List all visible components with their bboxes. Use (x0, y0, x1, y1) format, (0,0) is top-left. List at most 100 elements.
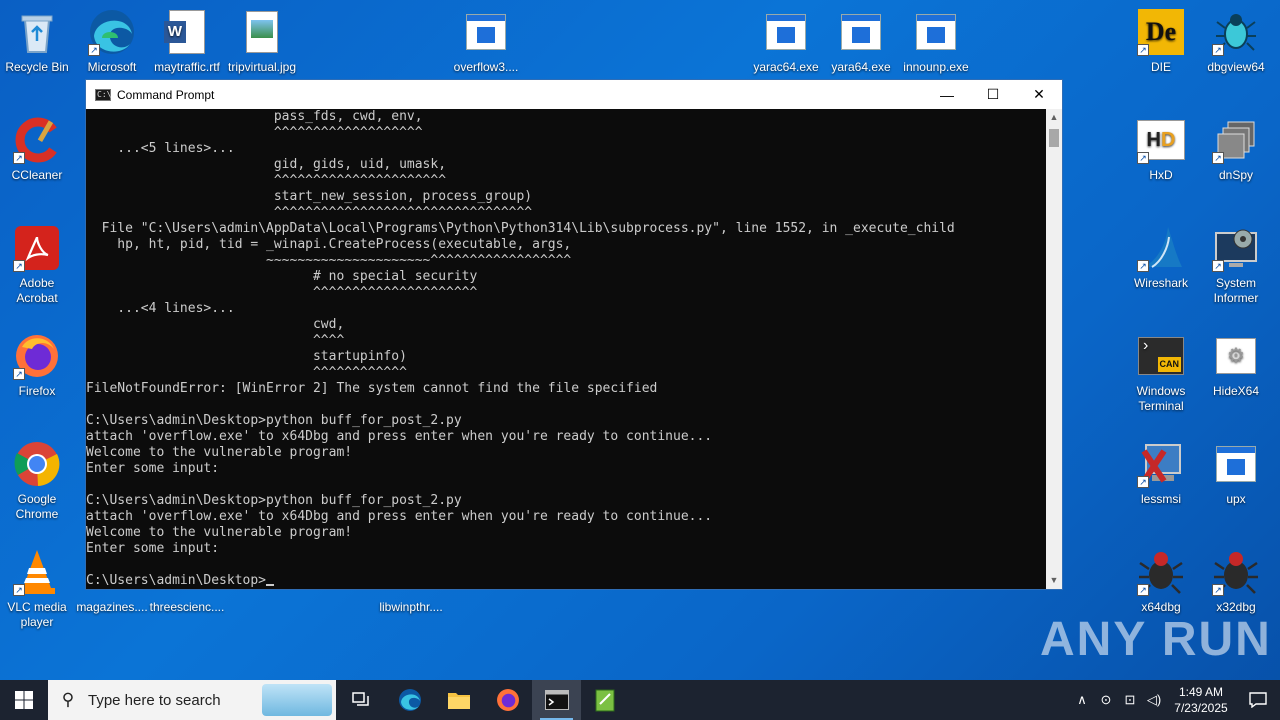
desktop-icon-overflow3[interactable]: overflow3.... (447, 8, 525, 75)
notification-icon (1249, 692, 1267, 708)
close-button[interactable]: ✕ (1016, 80, 1062, 109)
folder-icon (447, 693, 470, 709)
taskbar-command-prompt[interactable] (532, 680, 581, 720)
shortcut-arrow-icon: ↗ (13, 152, 25, 164)
desktop-icon-label: tripvirtual.jpg (227, 60, 297, 74)
desktop-icon-label: overflow3.... (453, 60, 519, 74)
x64dbg-bug-icon: ↗ (1137, 548, 1185, 596)
scrollbar-thumb[interactable] (1049, 129, 1059, 147)
system-informer-icon: ↗ (1212, 224, 1260, 272)
desktop-icon-upx[interactable]: upx (1197, 440, 1275, 507)
desktop-icon-label: magazines.... (76, 600, 148, 614)
desktop-icon-label: Microsoft Edge (87, 60, 137, 74)
console-prompt-line[interactable]: C:\Users\admin\Desktop> (86, 573, 1046, 589)
console-line: pass_fds, cwd, env, (86, 109, 423, 124)
chrome-icon (13, 440, 61, 488)
console-line: ^^^^^^^^^^^^^^^^^^^^^ (86, 285, 478, 300)
shortcut-arrow-icon: ↗ (1212, 44, 1224, 56)
hidex64-icon: ⚙ (1212, 332, 1260, 380)
desktop-icon-edge[interactable]: ↗ Microsoft Edge (73, 8, 151, 75)
desktop-icon-wireshark[interactable]: ↗ Wireshark (1122, 224, 1200, 291)
desktop-icon-google-chrome[interactable]: Google Chrome (0, 440, 76, 522)
scroll-up-arrow-icon[interactable]: ▲ (1046, 109, 1062, 126)
console-line: Welcome to the vulnerable program! (86, 445, 353, 460)
shortcut-arrow-icon: ↗ (1137, 44, 1149, 56)
shortcut-arrow-icon: ↗ (13, 584, 25, 596)
desktop-icon-label: Google Chrome (15, 492, 59, 521)
taskbar-file-explorer[interactable] (434, 680, 483, 720)
desktop-icon-label: yara64.exe (831, 60, 891, 74)
shortcut-arrow-icon: ↗ (1137, 260, 1149, 272)
desktop-icon-yarac64[interactable]: yarac64.exe (747, 8, 825, 75)
console-line: ~~~~~~~~~~~~~~~~~~~~~^^^^^^^^^^^^^^^^^^ (86, 253, 572, 268)
console-line: C:\Users\admin\Desktop>python buff_for_p… (86, 493, 462, 508)
network-icon[interactable]: ⊡ (1118, 692, 1142, 708)
scroll-down-arrow-icon[interactable]: ▼ (1046, 572, 1062, 589)
console-line: cwd, (86, 317, 345, 332)
maximize-button[interactable]: ☐ (970, 80, 1016, 109)
taskbar-firefox[interactable] (483, 680, 532, 720)
executable-icon (466, 14, 506, 50)
console-line: C:\Users\admin\Desktop>python buff_for_p… (86, 413, 462, 428)
anyrun-watermark: ANY RUN (1040, 613, 1272, 666)
desktop-icon-maytraffic[interactable]: W maytraffic.rtf (148, 8, 226, 75)
vlc-icon: ↗ (13, 548, 61, 596)
desktop-icon-dnspy[interactable]: ↗ dnSpy (1197, 116, 1275, 183)
volume-icon[interactable]: ◁) (1142, 692, 1166, 708)
x32dbg-bug-icon: ↗ (1212, 548, 1260, 596)
desktop-icon-hidex64[interactable]: ⚙ HideX64 (1197, 332, 1275, 399)
console-line: Welcome to the vulnerable program! (86, 525, 353, 540)
desktop-icon-x32dbg[interactable]: ↗ x32dbg (1197, 548, 1275, 615)
desktop-icon-firefox[interactable]: ↗ Firefox (0, 332, 76, 399)
desktop-icon-innounp[interactable]: innounp.exe (897, 8, 975, 75)
desktop-icon-vlc[interactable]: ↗ VLC media player (0, 548, 76, 630)
console-line: File "C:\Users\admin\AppData\Local\Progr… (86, 221, 955, 236)
show-hidden-icons-chevron-icon[interactable]: ∧ (1070, 692, 1094, 708)
search-placeholder: Type here to search (88, 691, 221, 709)
desktop-icon-yara64[interactable]: yara64.exe (822, 8, 900, 75)
taskbar-notepad[interactable] (581, 680, 630, 720)
desktop-icon-windows-terminal[interactable]: › CAN Windows Terminal (1122, 332, 1200, 414)
shortcut-arrow-icon: ↗ (1212, 584, 1224, 596)
start-button[interactable] (0, 680, 48, 720)
console-line: FileNotFoundError: [WinError 2] The syst… (86, 381, 658, 396)
command-prompt-window[interactable]: C:\ Command Prompt — ☐ ✕ pass_fds, cwd, … (85, 79, 1063, 590)
desktop-icon-label: Firefox (18, 384, 56, 398)
desktop-icon-lessmsi[interactable]: ↗ lessmsi (1122, 440, 1200, 507)
console-line: ^^^^^^^^^^^^ (86, 365, 407, 380)
taskbar-edge[interactable] (385, 680, 434, 720)
taskbar: ⚲ Type here to search ∧ ⊙ ⊡ ◁) 1:49 AM 7… (0, 680, 1280, 720)
desktop-icon-label: dbgview64 (1207, 60, 1265, 74)
desktop-icon-die[interactable]: De ↗ DIE (1122, 8, 1200, 75)
desktop-icon-x64dbg[interactable]: ↗ x64dbg (1122, 548, 1200, 615)
desktop-icon-dbgview64[interactable]: ↗ dbgview64 (1197, 8, 1275, 75)
shortcut-arrow-icon: ↗ (13, 368, 25, 380)
vertical-scrollbar[interactable]: ▲ ▼ (1046, 109, 1062, 589)
console-output[interactable]: pass_fds, cwd, env, ^^^^^^^^^^^^^^^^^^^ … (86, 109, 1046, 589)
desktop-icon-label: Wireshark (1133, 276, 1188, 290)
desktop-icon-hxd[interactable]: HD ↗ HxD (1122, 116, 1200, 183)
defender-icon[interactable]: ⊙ (1094, 692, 1118, 708)
task-view-button[interactable] (336, 680, 385, 720)
console-line: hp, ht, pid, tid = _winapi.CreateProcess… (86, 237, 572, 252)
notification-center-button[interactable] (1236, 692, 1280, 708)
desktop-icon-system-informer[interactable]: ↗ System Informer (1197, 224, 1275, 306)
desktop: Recycle Bin ↗ CCleaner ↗ Adobe Acrobat ↗… (0, 0, 1280, 680)
minimize-button[interactable]: — (924, 80, 970, 109)
desktop-icon-ccleaner[interactable]: ↗ CCleaner (0, 116, 76, 183)
desktop-icon-adobe-acrobat[interactable]: ↗ Adobe Acrobat (0, 224, 76, 306)
executable-icon (916, 14, 956, 50)
console-line: ^^^^ (86, 333, 345, 348)
executable-icon (1216, 446, 1256, 482)
desktop-icon-label: threescienc.... (149, 600, 225, 614)
edge-icon (398, 689, 421, 711)
desktop-icon-recycle-bin[interactable]: Recycle Bin (0, 8, 76, 75)
window-titlebar[interactable]: C:\ Command Prompt — ☐ ✕ (86, 80, 1062, 109)
window-title: Command Prompt (117, 87, 215, 102)
desktop-icon-tripvirtual[interactable]: tripvirtual.jpg (223, 8, 301, 75)
desktop-icon-label: Recycle Bin (5, 60, 69, 74)
taskbar-search-box[interactable]: ⚲ Type here to search (48, 680, 336, 720)
shortcut-arrow-icon: ↗ (88, 44, 100, 56)
clock[interactable]: 1:49 AM 7/23/2025 (1166, 684, 1236, 716)
lessmsi-icon: ↗ (1137, 440, 1185, 488)
